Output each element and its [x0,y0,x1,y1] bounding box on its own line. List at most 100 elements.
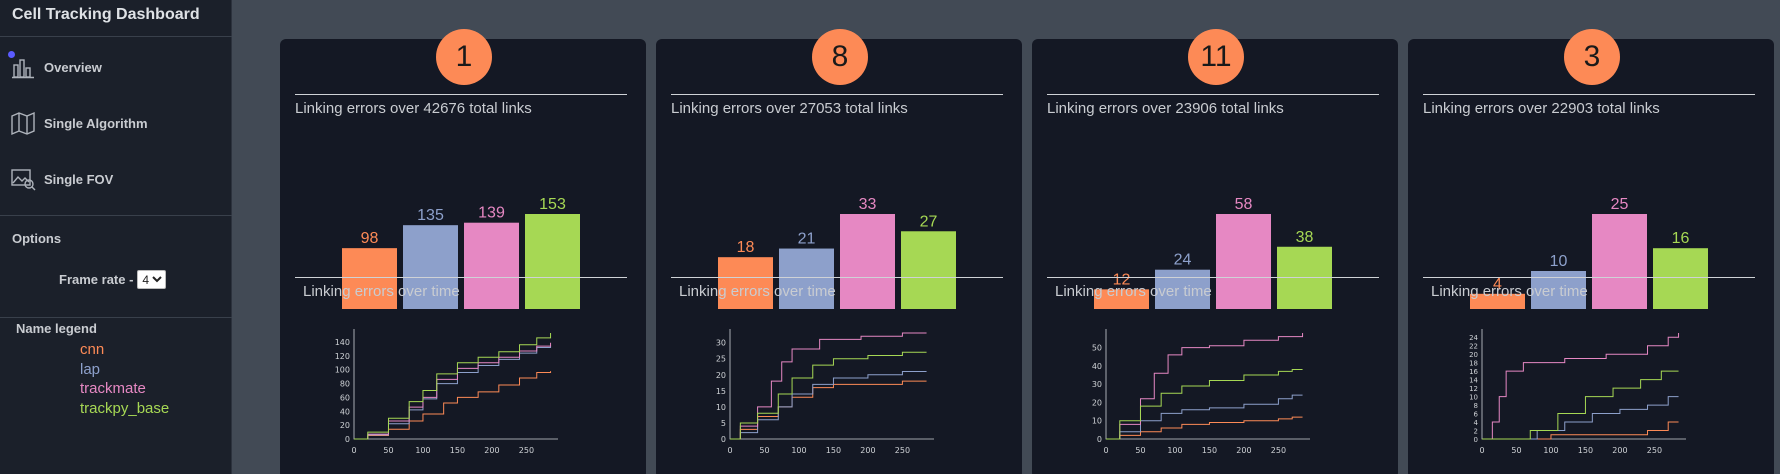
line-chart-title: Linking errors over time [679,283,836,300]
panel-divider [1423,94,1755,95]
bar-trackmate[interactable] [1216,214,1271,309]
fov-panel: 3 Linking errors over 22903 total links 4 1… [1408,29,1774,474]
x-tick-label: 150 [1578,446,1593,455]
y-tick-label: 8 [1474,402,1478,410]
frame-rate-select[interactable]: 4 [137,270,167,289]
fov-badge[interactable]: 11 [1188,29,1244,85]
bar-trackmate[interactable] [840,214,895,309]
y-tick-label: 10 [1469,394,1478,402]
x-tick-label: 50 [383,446,393,455]
line-chart-title: Linking errors over time [1055,283,1212,300]
fov-badge[interactable]: 8 [812,29,868,85]
bar-value-label: 18 [737,239,755,256]
panel-divider [1047,94,1379,95]
line-series-lap [1482,396,1679,440]
legend-item-trackmate: trackmate [80,380,146,397]
bar-trackmate[interactable] [464,222,519,309]
x-tick-label: 250 [519,446,534,455]
options-title: Options [12,231,62,246]
x-tick-label: 200 [860,446,875,455]
bar-value-label: 24 [1174,252,1192,269]
sidebar-item-label: Single FOV [44,171,114,187]
image-search-icon [10,166,36,192]
bar-trackpy_base[interactable] [525,214,580,309]
y-tick-label: 10 [716,403,726,412]
bar-trackpy_base[interactable] [1653,248,1708,309]
x-tick-label: 250 [1647,446,1662,455]
bar-value-label: 38 [1296,229,1314,246]
y-tick-label: 20 [716,371,726,380]
line-series-cnn [730,380,927,440]
bar-trackpy_base[interactable] [901,231,956,309]
frame-rate-row: Frame rate - 4 [59,270,167,289]
line-series-lap [730,371,927,440]
fov-badge[interactable]: 3 [1564,29,1620,85]
bar-chart-subtitle: Linking errors over 23906 total links [1047,100,1284,117]
bar-chart-icon [10,54,36,80]
y-tick-label: 30 [716,339,726,348]
bar-value-label: 58 [1235,196,1253,213]
sidebar-item-single-algorithm[interactable]: Single Algorithm [10,108,148,138]
y-tick-label: 50 [1092,344,1102,353]
chart-axes [1105,329,1310,440]
y-tick-label: 14 [1469,377,1478,385]
y-tick-label: 24 [1469,334,1478,342]
x-tick-label: 100 [1167,446,1182,455]
bar-value-label: 135 [417,207,444,224]
panel-divider [671,94,1003,95]
fov-badge[interactable]: 1 [436,29,492,85]
bar-value-label: 98 [361,230,379,247]
y-tick-label: 4 [1474,419,1479,427]
sidebar-item-single-fov[interactable]: Single FOV [10,164,113,194]
y-tick-label: 120 [335,352,350,361]
bar-value-label: 139 [478,205,505,222]
name-legend: cnn lap trackmate trackpy_base [80,340,169,418]
bar-value-label: 27 [920,213,938,230]
bar-chart: 4102516 [1470,196,1708,309]
line-chart-title: Linking errors over time [1431,283,1588,300]
y-tick-label: 2 [1474,428,1478,436]
x-tick-label: 150 [1202,446,1217,455]
bar-trackmate[interactable] [1592,214,1647,309]
line-series-trackmate [1482,333,1680,440]
x-tick-label: 0 [727,446,732,455]
y-tick-label: 40 [1092,362,1102,371]
y-tick-label: 16 [1469,368,1478,376]
x-tick-label: 0 [351,446,356,455]
sidebar-item-overview[interactable]: Overview [10,52,102,82]
y-tick-label: 100 [335,366,350,375]
x-tick-label: 50 [1511,446,1521,455]
y-tick-label: 18 [1469,360,1478,368]
x-tick-label: 50 [1135,446,1145,455]
line-series-trackpy_base [354,333,552,440]
y-tick-label: 0 [721,435,726,444]
y-tick-label: 80 [340,380,350,389]
line-chart-title: Linking errors over time [303,283,460,300]
y-tick-label: 6 [1474,411,1479,419]
line-chart: 0 5 10 15 20 25 30 0 50 100 150 200 250 [716,329,934,455]
y-tick-label: 25 [716,355,726,364]
y-tick-label: 15 [716,387,726,396]
y-tick-label: 12 [1469,385,1478,393]
fov-panel: 8 Linking errors over 27053 total links 18… [656,29,1022,474]
bar-value-label: 153 [539,196,566,213]
y-tick-label: 30 [1092,380,1102,389]
line-chart: 0 10 20 30 40 50 0 50 100 150 200 250 [1092,329,1310,455]
frame-rate-label: Frame rate - [59,272,134,287]
app-title: Cell Tracking Dashboard [12,6,200,23]
y-tick-label: 0 [1474,436,1478,444]
sidebar-divider [0,215,232,216]
line-series-lap [354,345,552,440]
x-tick-label: 0 [1479,446,1484,455]
legend-title: Name legend [16,321,97,336]
x-tick-label: 200 [1612,446,1627,455]
sidebar-item-label: Overview [44,59,102,75]
line-series-trackpy_base [730,351,927,440]
line-series-cnn [1482,421,1679,440]
x-tick-label: 50 [759,446,769,455]
panel-divider [1423,277,1755,278]
y-tick-label: 20 [1092,398,1102,407]
y-tick-label: 20 [340,421,350,430]
x-tick-label: 150 [450,446,465,455]
panel-divider [1047,277,1379,278]
